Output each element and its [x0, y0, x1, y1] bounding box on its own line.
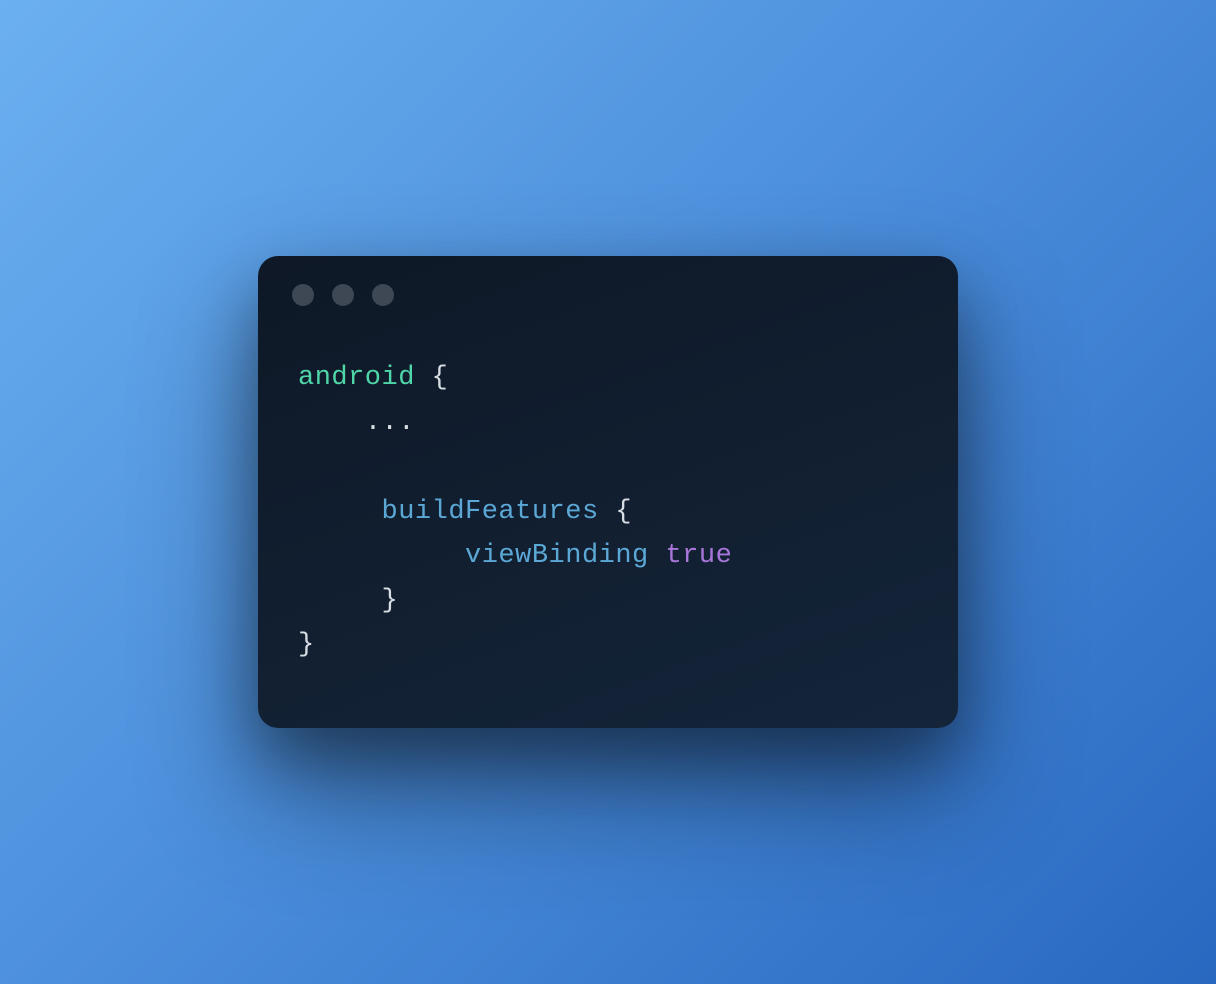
code-indent [298, 408, 365, 438]
code-token-property: buildFeatures [382, 497, 599, 527]
window-minimize-dot[interactable] [332, 284, 354, 306]
code-token-boolean: true [665, 541, 732, 571]
code-token-identifier: viewBinding [465, 541, 649, 571]
code-token-ellipsis: ... [365, 408, 415, 438]
window-close-dot[interactable] [292, 284, 314, 306]
code-indent [298, 541, 465, 571]
code-token-brace: { [599, 497, 632, 527]
window-controls [258, 256, 958, 316]
code-token-brace: } [298, 630, 315, 660]
code-window: android { ... buildFeatures { viewBindin… [258, 256, 958, 728]
window-maximize-dot[interactable] [372, 284, 394, 306]
code-token-brace: { [415, 363, 448, 393]
code-token-keyword: android [298, 363, 415, 393]
code-indent [298, 586, 382, 616]
code-space [649, 541, 666, 571]
code-indent [298, 497, 382, 527]
code-content: android { ... buildFeatures { viewBindin… [258, 316, 958, 728]
code-token-brace: } [382, 586, 399, 616]
